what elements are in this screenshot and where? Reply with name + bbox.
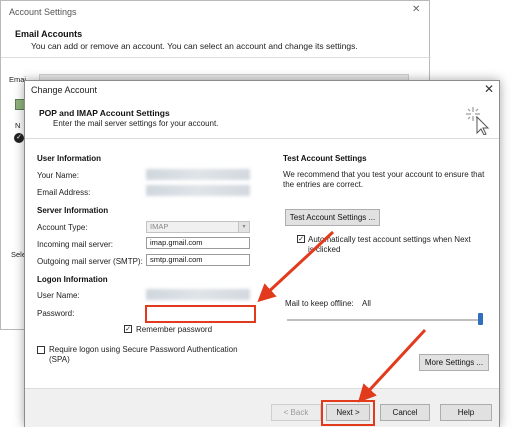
arrow-to-next (357, 328, 427, 403)
arrow-to-password (257, 230, 335, 303)
annotation-arrows (257, 230, 427, 403)
